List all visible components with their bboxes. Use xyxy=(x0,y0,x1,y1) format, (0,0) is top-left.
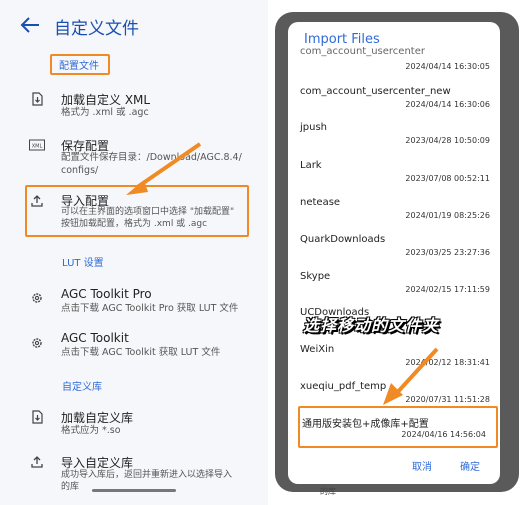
file-row[interactable]: jpush 2023/04/28 10:50:09 xyxy=(288,120,500,156)
annotation-arrow-right xyxy=(383,347,439,405)
gear-icon xyxy=(32,293,42,303)
background-peek-text: 的库 xyxy=(320,487,336,496)
file-date: 2024/01/19 08:25:26 xyxy=(405,211,490,220)
save-config-subtitle-2: configs/ xyxy=(61,165,99,176)
file-name: Lark xyxy=(300,160,322,171)
dialog-title: Import Files xyxy=(304,32,380,47)
load-xml-subtitle: 格式为 .xml 或 .agc xyxy=(61,107,149,118)
top-bar: 自定义文件 xyxy=(0,0,268,50)
upload-icon xyxy=(31,195,43,207)
agc-pro-subtitle: 点击下载 AGC Toolkit Pro 获取 LUT 文件 xyxy=(61,303,239,314)
agc-title: AGC Toolkit xyxy=(61,331,129,345)
download-file-icon xyxy=(32,410,43,424)
file-name: xueqiu_pdf_temp xyxy=(300,381,387,392)
back-arrow-icon[interactable] xyxy=(20,16,40,34)
import-config-subtitle-2: 按钮加载配置，格式为 .xml 或 .agc xyxy=(61,219,208,229)
file-date: 2024/02/15 17:11:59 xyxy=(405,285,490,294)
file-row[interactable]: com_account_usercenter 2024/04/14 16:30:… xyxy=(288,46,500,84)
file-date: 2024/04/14 16:30:05 xyxy=(405,62,490,71)
ok-button[interactable]: 确定 xyxy=(460,458,480,473)
import-library-subtitle-1: 成功导入库后，返回并重新进入以选择导入 xyxy=(61,470,233,480)
file-row[interactable]: QuarkDownloads 2023/03/25 23:27:36 xyxy=(288,232,500,268)
file-row[interactable]: com_account_usercenter_new 2024/04/14 16… xyxy=(288,84,500,120)
file-date: 2024/04/14 16:30:06 xyxy=(405,100,490,109)
file-row[interactable]: netease 2024/01/19 08:25:26 xyxy=(288,195,500,231)
cancel-button[interactable]: 取消 xyxy=(412,458,432,473)
home-indicator xyxy=(92,489,176,492)
agc-subtitle: 点击下载 AGC Toolkit 获取 LUT 文件 xyxy=(61,347,221,358)
file-name: QuarkDownloads xyxy=(300,234,386,245)
file-date: 2023/07/08 00:52:11 xyxy=(405,174,490,183)
file-name: netease xyxy=(300,197,341,208)
section-lut: LUT 设置 xyxy=(62,258,104,269)
file-name: com_account_usercenter xyxy=(300,46,425,57)
upload-icon xyxy=(31,456,43,468)
import-library-subtitle-2: 的库 xyxy=(61,482,80,492)
file-date: 2024/04/16 14:56:04 xyxy=(401,430,486,439)
file-name: 通用版安装包+成像库+配置 xyxy=(302,419,429,430)
overlay-caption: 选择移动的文件夹 xyxy=(303,316,440,335)
svg-text:XML: XML xyxy=(32,144,43,150)
file-name: WeiXin xyxy=(300,344,335,355)
file-name: com_account_usercenter_new xyxy=(300,86,451,97)
page-title: 自定义文件 xyxy=(54,19,139,39)
file-date: 2023/03/25 23:27:36 xyxy=(405,248,490,257)
section-config: 配置文件 xyxy=(59,61,99,72)
annotation-arrow-left xyxy=(126,142,202,195)
load-library-subtitle: 格式应为 *.so xyxy=(61,425,121,436)
agc-pro-title: AGC Toolkit Pro xyxy=(61,287,152,301)
file-row[interactable]: Skype 2024/02/15 17:11:59 xyxy=(288,269,500,305)
file-row[interactable]: Lark 2023/07/08 00:52:11 xyxy=(288,158,500,194)
section-library: 自定义库 xyxy=(62,382,102,393)
file-row-selected[interactable]: 通用版安装包+成像库+配置 2024/04/16 14:56:04 xyxy=(288,415,500,451)
import-files-dialog: Import Files com_account_usercenter 2024… xyxy=(288,22,500,484)
xml-file-icon: XML xyxy=(29,139,45,151)
gear-icon xyxy=(32,338,42,348)
file-date: 2023/04/28 10:50:09 xyxy=(405,136,490,145)
file-name: Skype xyxy=(300,271,331,282)
settings-panel: 自定义文件 配置文件 加载自定义 XML 格式为 .xml 或 .agc XML… xyxy=(0,0,268,505)
download-file-icon xyxy=(32,92,43,106)
file-name: jpush xyxy=(300,122,328,133)
